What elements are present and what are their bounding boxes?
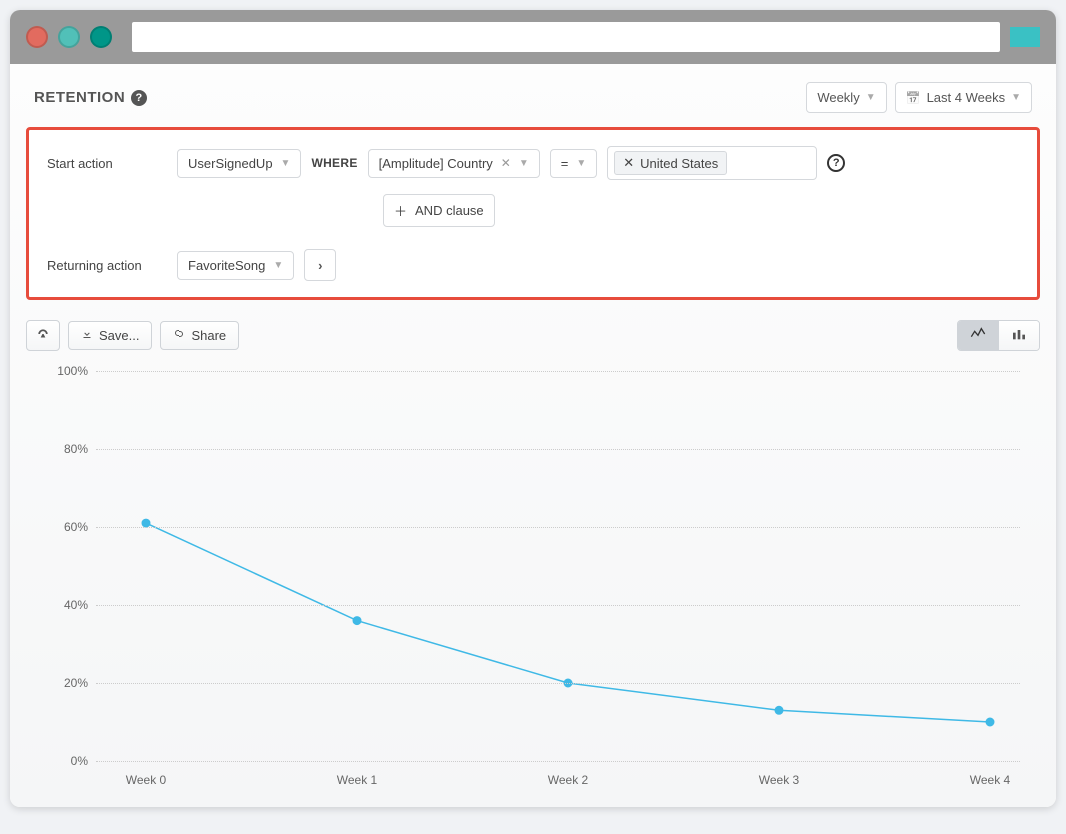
browser-frame: RETENTION ? Weekly ▼ Last 4 Weeks ▼ Star…: [10, 10, 1056, 807]
y-axis-tick: 80%: [56, 442, 88, 456]
share-label: Share: [191, 328, 226, 343]
chevron-down-icon: ▼: [281, 158, 291, 169]
chart-toolbar: Save... Share: [26, 320, 1040, 351]
x-axis-tick: Week 2: [548, 773, 588, 787]
chart-type-toggle: [957, 320, 1040, 351]
dashboard-icon: [36, 327, 50, 344]
download-icon: [81, 328, 93, 343]
page-header: RETENTION ? Weekly ▼ Last 4 Weeks ▼: [26, 64, 1040, 127]
help-icon[interactable]: ?: [827, 154, 845, 172]
header-controls: Weekly ▼ Last 4 Weeks ▼: [806, 82, 1032, 113]
share-icon: [173, 328, 185, 343]
operator-value: =: [561, 156, 569, 171]
plus-icon: ＋: [394, 201, 407, 220]
page-title-text: RETENTION: [34, 89, 125, 106]
where-label: WHERE: [311, 156, 357, 170]
chevron-down-icon: ▼: [273, 260, 283, 271]
operator-select[interactable]: = ▼: [550, 149, 598, 178]
returning-action-select[interactable]: FavoriteSong ▼: [177, 251, 294, 280]
date-range-value: Last 4 Weeks: [927, 90, 1006, 105]
returning-action-row: Returning action FavoriteSong ▼ ›: [47, 249, 1019, 281]
returning-action-label: Returning action: [47, 258, 167, 273]
grid-line: [96, 449, 1020, 450]
data-point[interactable]: [353, 617, 361, 625]
bar-chart-icon: [1011, 327, 1027, 344]
data-point[interactable]: [775, 706, 783, 714]
data-point[interactable]: [142, 519, 150, 527]
help-icon[interactable]: ?: [131, 90, 147, 106]
and-clause-label: AND clause: [415, 203, 484, 218]
grid-line: [96, 527, 1020, 528]
x-axis-tick: Week 4: [970, 773, 1010, 787]
expand-returning-action-button[interactable]: ›: [304, 249, 336, 281]
chevron-down-icon: ▼: [519, 158, 529, 169]
grid-line: [96, 761, 1020, 762]
retention-line: [146, 523, 990, 722]
grid-line: [96, 605, 1020, 606]
dashboard-button[interactable]: [26, 320, 60, 351]
and-clause-row: ＋ AND clause: [383, 194, 1019, 227]
y-axis-tick: 20%: [56, 676, 88, 690]
window-close-button[interactable]: [26, 26, 48, 48]
chevron-down-icon: ▼: [576, 158, 586, 169]
grid-line: [96, 371, 1020, 372]
add-and-clause-button[interactable]: ＋ AND clause: [383, 194, 495, 227]
x-axis-tick: Week 3: [759, 773, 799, 787]
x-axis-tick: Week 1: [337, 773, 377, 787]
start-action-label: Start action: [47, 156, 167, 171]
chevron-down-icon: ▼: [866, 92, 876, 103]
remove-tag-icon[interactable]: ✕: [623, 155, 634, 171]
chevron-down-icon: ▼: [1011, 92, 1021, 103]
retention-chart: 0% 20% 40% 60% 80% 100% Week 0 Week 1 Week 2 Week…: [26, 361, 1040, 791]
granularity-select[interactable]: Weekly ▼: [806, 82, 886, 113]
window-minimize-button[interactable]: [58, 26, 80, 48]
grid-line: [96, 683, 1020, 684]
filter-value-input[interactable]: ✕ United States: [607, 146, 817, 180]
app-body: RETENTION ? Weekly ▼ Last 4 Weeks ▼ Star…: [10, 64, 1056, 807]
start-action-row: Start action UserSignedUp ▼ WHERE [Ampli…: [47, 146, 1019, 180]
query-definition-box: Start action UserSignedUp ▼ WHERE [Ampli…: [26, 127, 1040, 300]
start-action-select[interactable]: UserSignedUp ▼: [177, 149, 301, 178]
granularity-value: Weekly: [817, 90, 859, 105]
returning-action-value: FavoriteSong: [188, 258, 265, 273]
x-axis-tick: Week 0: [126, 773, 166, 787]
y-axis-tick: 60%: [56, 520, 88, 534]
data-point[interactable]: [986, 718, 994, 726]
browser-titlebar: [10, 10, 1056, 64]
y-axis-tick: 40%: [56, 598, 88, 612]
save-button[interactable]: Save...: [68, 321, 152, 350]
y-axis-tick: 100%: [56, 364, 88, 378]
line-chart-toggle[interactable]: [958, 321, 998, 350]
clear-property-icon[interactable]: ✕: [501, 156, 511, 170]
filter-value-tag: ✕ United States: [614, 151, 727, 175]
calendar-icon: [906, 90, 921, 105]
chart-svg: [96, 371, 1020, 761]
bar-chart-toggle[interactable]: [998, 321, 1039, 350]
start-action-value: UserSignedUp: [188, 156, 273, 171]
filter-value-text: United States: [640, 156, 718, 171]
property-value: [Amplitude] Country: [379, 156, 493, 171]
browser-action-button[interactable]: [1010, 27, 1040, 47]
window-maximize-button[interactable]: [90, 26, 112, 48]
chevron-right-icon: ›: [318, 258, 322, 273]
property-select[interactable]: [Amplitude] Country ✕ ▼: [368, 149, 540, 178]
date-range-select[interactable]: Last 4 Weeks ▼: [895, 82, 1032, 113]
line-chart-icon: [970, 327, 986, 344]
page-title: RETENTION ?: [34, 89, 147, 106]
url-bar[interactable]: [132, 22, 1000, 52]
share-button[interactable]: Share: [160, 321, 239, 350]
y-axis-tick: 0%: [56, 754, 88, 768]
save-label: Save...: [99, 328, 139, 343]
